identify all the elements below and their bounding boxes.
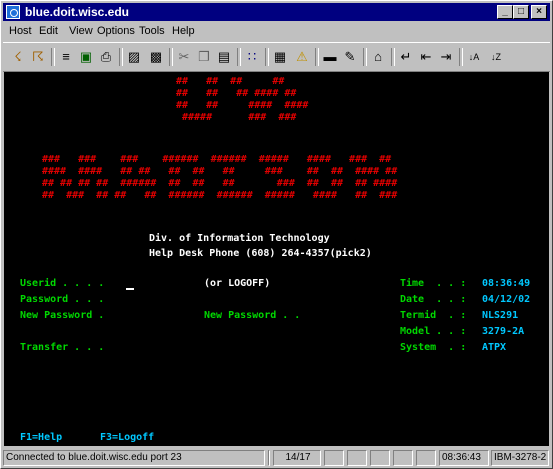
alert-icon[interactable]: ⚠ — [293, 48, 311, 66]
system-value: ATPX — [482, 342, 507, 353]
logo-bottom-line-3: ## ## ## ## ###### ## ## ## ### ## ## ##… — [42, 178, 398, 189]
menu-help[interactable]: Help — [172, 25, 195, 37]
termid-value: NLS291 — [482, 310, 519, 321]
receive-file-icon[interactable]: ▣ — [77, 48, 95, 66]
userid-label: Userid . . . . — [20, 278, 105, 289]
sort-desc-icon[interactable]: ↓Z — [487, 48, 505, 66]
logoff-hint: (or LOGOFF) — [204, 278, 271, 289]
tab-icon[interactable]: ⇥ — [437, 48, 455, 66]
status-cell-blank-3 — [347, 450, 367, 466]
model-label: Model . . : — [400, 326, 467, 337]
logo-top-line-1: ## ## ## ## — [176, 76, 285, 87]
new-password-label: New Password . — [20, 310, 105, 321]
terminal-screen[interactable]: ## ## ## ## ## ## ## #### ## ## ## #### … — [4, 72, 549, 446]
cut-icon[interactable]: ✂ — [175, 48, 193, 66]
time-value: 08:36:49 — [482, 278, 531, 289]
logo-bottom-line-4: ## ### ## ## ## ###### ###### ##### ####… — [42, 190, 398, 201]
status-cell-blank-4 — [370, 450, 390, 466]
f1-help-key[interactable]: F1=Help — [20, 432, 62, 443]
status-bar: Connected to blue.doit.wisc.edu port 23 … — [3, 449, 550, 467]
app-icon[interactable] — [6, 5, 20, 19]
capture-icon[interactable]: ▨ — [125, 48, 143, 66]
time-label: Time . . : — [400, 278, 467, 289]
system-label: System . : — [400, 342, 467, 353]
menu-edit[interactable]: Edit — [39, 25, 58, 37]
toolbar: ☇ ☈ ≡ ▣ ⎙ ▨ ▩ ✂ ❐ ▤ ∷ ▦ ⚠ ▬ ✎ ⌂ ↵ ⇤ ⇥ ↓A… — [3, 42, 550, 72]
keypad-icon[interactable]: ∷ — [243, 48, 261, 66]
date-label: Date . . : — [400, 294, 467, 305]
logo-top-line-4: ##### ### ### — [182, 112, 297, 123]
terminal-window: blue.doit.wisc.edu _ □ × Host Edit View … — [0, 0, 553, 469]
logo-top-line-2: ## ## ## #### ## — [176, 88, 297, 99]
status-cell-blank-2 — [324, 450, 344, 466]
menu-view[interactable]: View — [69, 25, 93, 37]
maximize-button[interactable]: □ — [513, 5, 529, 19]
status-cell-blank-5 — [393, 450, 413, 466]
menu-tools[interactable]: Tools — [139, 25, 165, 37]
window-title: blue.doit.wisc.edu — [25, 5, 130, 19]
status-cell-blank-6 — [416, 450, 436, 466]
f3-logoff-key[interactable]: F3=Logoff — [100, 432, 154, 443]
edit-icon[interactable]: ✎ — [341, 48, 359, 66]
logo-bottom-line-1: ### ### ### ###### ###### ##### #### ###… — [42, 154, 392, 165]
title-bar[interactable]: blue.doit.wisc.edu _ □ × — [3, 3, 550, 21]
header-division: Div. of Information Technology — [149, 233, 330, 244]
connection-status: Connected to blue.doit.wisc.edu port 23 — [3, 450, 265, 466]
home-icon[interactable]: ⌂ — [369, 48, 387, 66]
status-cell-blank-1 — [268, 450, 270, 466]
termid-label: Termid . : — [400, 310, 467, 321]
cursor-position: 14/17 — [273, 450, 321, 466]
status-clock: 08:36:43 — [439, 450, 489, 466]
date-value: 04/12/02 — [482, 294, 531, 305]
connect-icon[interactable]: ☇ — [9, 48, 27, 66]
password-label: Password . . . — [20, 294, 105, 305]
paste-icon[interactable]: ▤ — [215, 48, 233, 66]
settings-icon[interactable]: ▦ — [271, 48, 289, 66]
sort-asc-icon[interactable]: ↓A — [465, 48, 483, 66]
macro-icon[interactable]: ▩ — [147, 48, 165, 66]
new-password-confirm-label: New Password . . — [204, 310, 301, 321]
menu-host[interactable]: Host — [9, 25, 32, 37]
logo-bottom-line-2: #### #### ## ## ## ## ## ### ## ## #### … — [42, 166, 398, 177]
send-file-icon[interactable]: ≡ — [57, 48, 75, 66]
userid-input-cursor[interactable] — [126, 288, 134, 290]
menu-bar: Host Edit View Options Tools Help — [3, 22, 550, 41]
minimize-button[interactable]: _ — [497, 5, 513, 19]
model-value: 3279-2A — [482, 326, 525, 337]
copy-icon[interactable]: ❐ — [195, 48, 213, 66]
disconnect-icon[interactable]: ☈ — [29, 48, 47, 66]
logo-top-line-3: ## ## #### #### — [176, 100, 309, 111]
screen-icon[interactable]: ▬ — [321, 48, 339, 66]
backtab-icon[interactable]: ⇤ — [417, 48, 435, 66]
print-icon[interactable]: ⎙ — [97, 48, 115, 66]
close-button[interactable]: × — [531, 5, 547, 19]
menu-options[interactable]: Options — [97, 25, 135, 37]
terminal-type: IBM-3278-2 — [491, 450, 549, 466]
header-help-desk: Help Desk Phone (608) 264-4357(pick2) — [149, 248, 372, 259]
return-icon[interactable]: ↵ — [397, 48, 415, 66]
transfer-label: Transfer . . . — [20, 342, 105, 353]
